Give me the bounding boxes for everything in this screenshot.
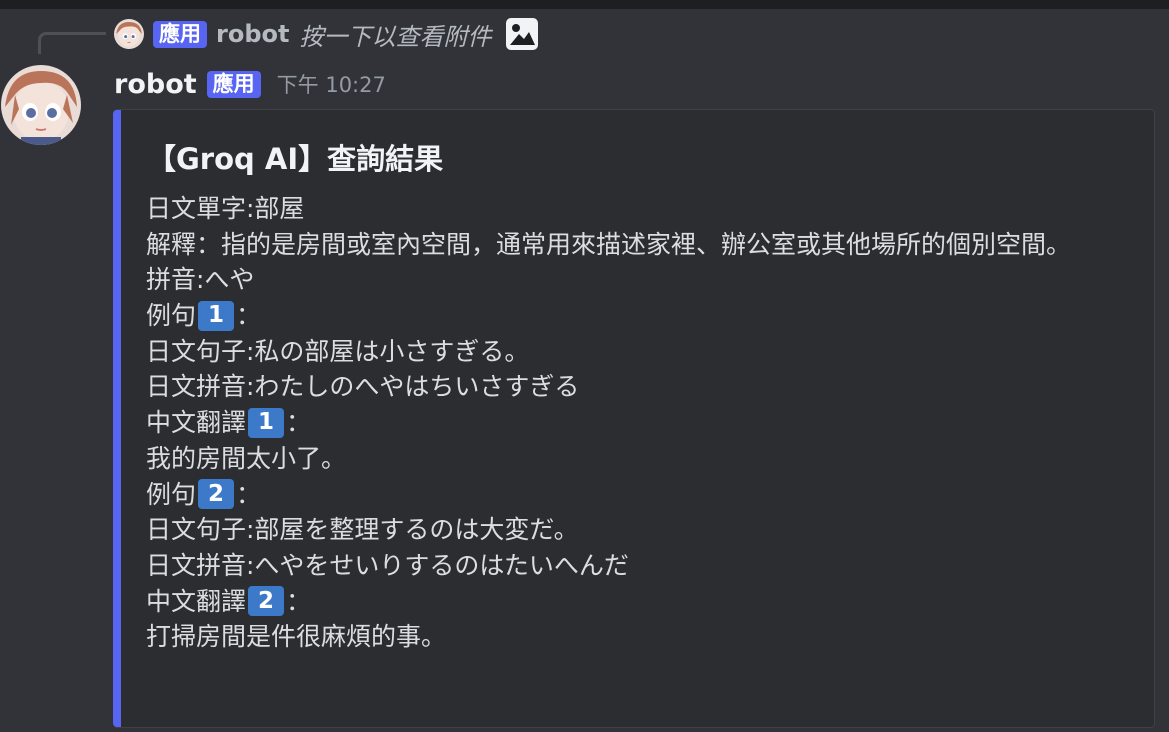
image-icon[interactable] (505, 17, 539, 51)
example-2-heading: 例句 2 ： (146, 477, 1121, 513)
reply-reference[interactable]: 應用 robot 按一下以查看附件 (114, 14, 539, 54)
example-1-translation-heading: 中文翻譯 1 ： (146, 405, 1121, 441)
reply-spine (38, 32, 106, 54)
word-line: 日文單字:部屋 (146, 194, 305, 223)
app-badge: 應用 (206, 70, 261, 98)
example-2-translation-heading: 中文翻譯 2 ： (146, 584, 1121, 620)
colon: ： (286, 408, 312, 438)
message-header: robot 應用 下午 10:27 (114, 66, 386, 102)
example-1-kana: 日文拼音:わたしのへやはちいさすぎる (146, 372, 580, 402)
number-1-badge: 1 (248, 407, 285, 438)
example-1-japanese: 日文句子:私の部屋は小さすぎる。 (146, 336, 530, 366)
embed-card: 【Groq AI】查詢結果 日文單字:部屋 解釋：指的是房間或室內空間，通常用來… (113, 109, 1155, 728)
reply-app-badge: 應用 (153, 20, 207, 48)
reply-avatar[interactable] (114, 19, 144, 49)
example-1-heading: 例句 1 ： (146, 298, 1121, 334)
example-label: 例句 (146, 301, 197, 331)
embed-description: 日文單字:部屋 解釋：指的是房間或室內空間，通常用來描述家裡、辦公室或其他場所的… (146, 191, 1121, 655)
number-1-badge: 1 (198, 300, 235, 331)
example-1-chinese: 我的房間太小了。 (146, 443, 347, 473)
translation-label: 中文翻譯 (146, 408, 247, 438)
example-2-kana: 日文拼音:へやをせいりするのはたいへんだ (146, 550, 629, 580)
number-2-badge: 2 (248, 586, 285, 617)
explanation-line: 解釋：指的是房間或室內空間，通常用來描述家裡、辦公室或其他場所的個別空間。 (146, 229, 1072, 259)
colon: ： (236, 301, 262, 331)
top-bar (0, 0, 1169, 9)
number-2-badge: 2 (198, 479, 235, 510)
colon: ： (286, 586, 312, 616)
author-name[interactable]: robot (114, 69, 197, 100)
pinyin-line: 拼音:へや (146, 265, 255, 295)
timestamp[interactable]: 下午 10:27 (277, 69, 386, 99)
example-2-chinese: 打掃房間是件很麻煩的事。 (146, 622, 447, 652)
example-label: 例句 (146, 479, 197, 509)
reply-attachment-text[interactable]: 按一下以查看附件 (299, 17, 491, 52)
author-avatar[interactable] (1, 65, 81, 145)
reply-author-name[interactable]: robot (216, 20, 289, 48)
translation-label: 中文翻譯 (146, 586, 247, 616)
example-2-japanese: 日文句子:部屋を整理するのは大変だ。 (146, 515, 579, 545)
embed-accent-bar (113, 110, 121, 727)
colon: ： (236, 479, 262, 509)
embed-title: 【Groq AI】查詢結果 (147, 142, 444, 176)
